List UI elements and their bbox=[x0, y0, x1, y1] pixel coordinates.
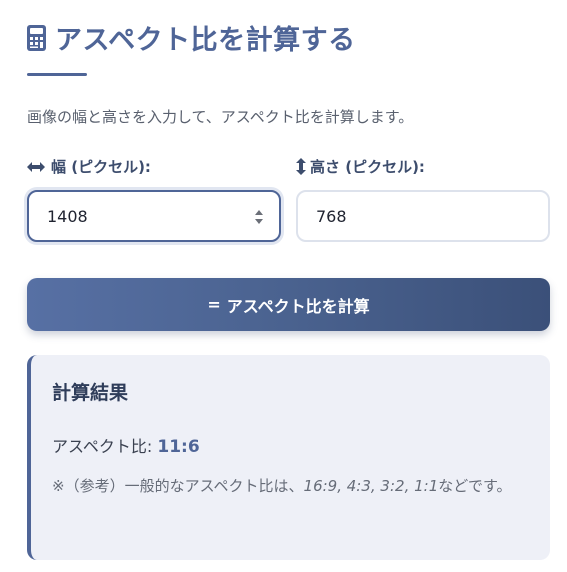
note-suffix: などです。 bbox=[438, 477, 512, 495]
calculate-button-label: アスペクト比を計算 bbox=[226, 296, 370, 316]
height-input[interactable]: 768 bbox=[296, 190, 550, 242]
note-prefix: ※（参考）一般的なアスペクト比は、 bbox=[52, 477, 304, 495]
number-spinner-icon[interactable] bbox=[254, 207, 264, 227]
ratio-label: アスペクト比: bbox=[52, 437, 153, 456]
height-label-text: 高さ (ピクセル): bbox=[310, 158, 425, 176]
page-description: 画像の幅と高さを入力して、アスペクト比を計算します。 bbox=[27, 108, 414, 126]
reference-note: ※（参考）一般的なアスペクト比は、16:9, 4:3, 3:2, 1:1などです… bbox=[52, 472, 532, 500]
ratio-line: アスペクト比: 11:6 bbox=[52, 433, 200, 457]
height-label: 高さ (ピクセル): bbox=[296, 156, 425, 177]
arrows-vertical-icon bbox=[296, 158, 306, 175]
height-input-value: 768 bbox=[316, 206, 347, 226]
result-title: 計算結果 bbox=[52, 382, 129, 404]
width-label-text: 幅 (ピクセル): bbox=[51, 158, 151, 176]
arrows-horizontal-icon bbox=[27, 161, 45, 172]
width-input-value: 1408 bbox=[47, 206, 88, 226]
title-row: アスペクト比を計算する bbox=[27, 18, 356, 57]
calculate-button[interactable]: = アスペクト比を計算 bbox=[27, 278, 550, 331]
equals-icon: = bbox=[207, 295, 221, 314]
ratio-value: 11:6 bbox=[157, 437, 200, 457]
calculator-icon bbox=[27, 24, 46, 51]
width-input[interactable]: 1408 bbox=[27, 190, 281, 242]
page-title: アスペクト比を計算する bbox=[55, 25, 356, 56]
note-examples: 16:9, 4:3, 3:2, 1:1 bbox=[303, 477, 439, 495]
width-label: 幅 (ピクセル): bbox=[27, 156, 151, 177]
title-underline bbox=[27, 73, 87, 76]
result-panel: 計算結果 アスペクト比: 11:6 ※（参考）一般的なアスペクト比は、16:9,… bbox=[27, 355, 550, 560]
